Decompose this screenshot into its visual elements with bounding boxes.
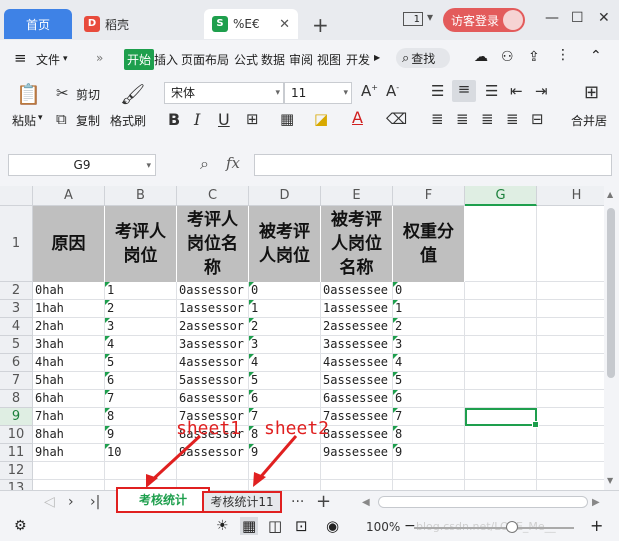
arrow-sheet2 [256,435,298,481]
annotation-sheet1: sheet1 [176,418,242,439]
annotation-arrows [146,434,298,488]
annotation-sheet2: sheet2 [264,418,330,439]
arrow-sheet1 [148,434,202,484]
